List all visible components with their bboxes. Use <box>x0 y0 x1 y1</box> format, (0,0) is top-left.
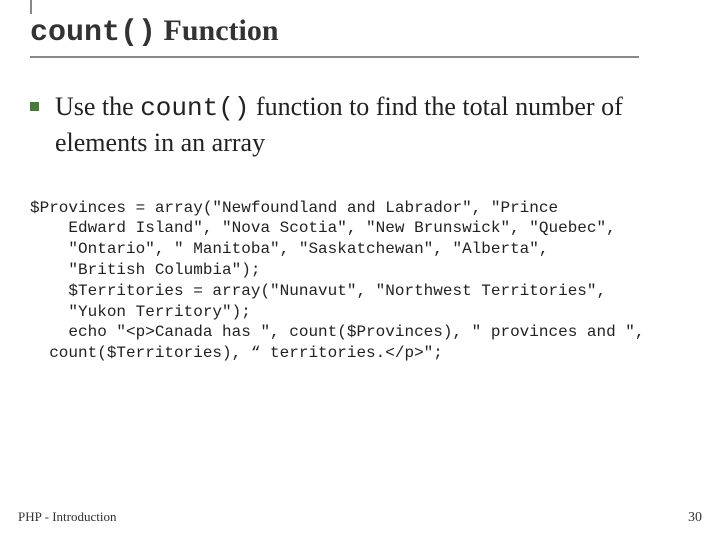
footer: PHP - Introduction 30 <box>18 509 702 526</box>
bullet-item: Use the count() function to find the tot… <box>30 90 690 160</box>
bullet-code: count() <box>140 93 249 123</box>
bullet-text: Use the count() function to find the tot… <box>55 90 690 160</box>
bullet-square-icon <box>30 102 39 111</box>
page-number: 30 <box>688 510 702 526</box>
bullet-prefix: Use the <box>55 92 140 121</box>
footer-left: PHP - Introduction <box>18 509 116 525</box>
title-rest: Function <box>156 14 279 47</box>
slide-content: Use the count() function to find the tot… <box>0 58 720 364</box>
code-block: $Provinces = array("Newfoundland and Lab… <box>30 198 690 364</box>
title-code: count() <box>30 16 156 50</box>
slide-title: count() Function <box>30 14 639 58</box>
